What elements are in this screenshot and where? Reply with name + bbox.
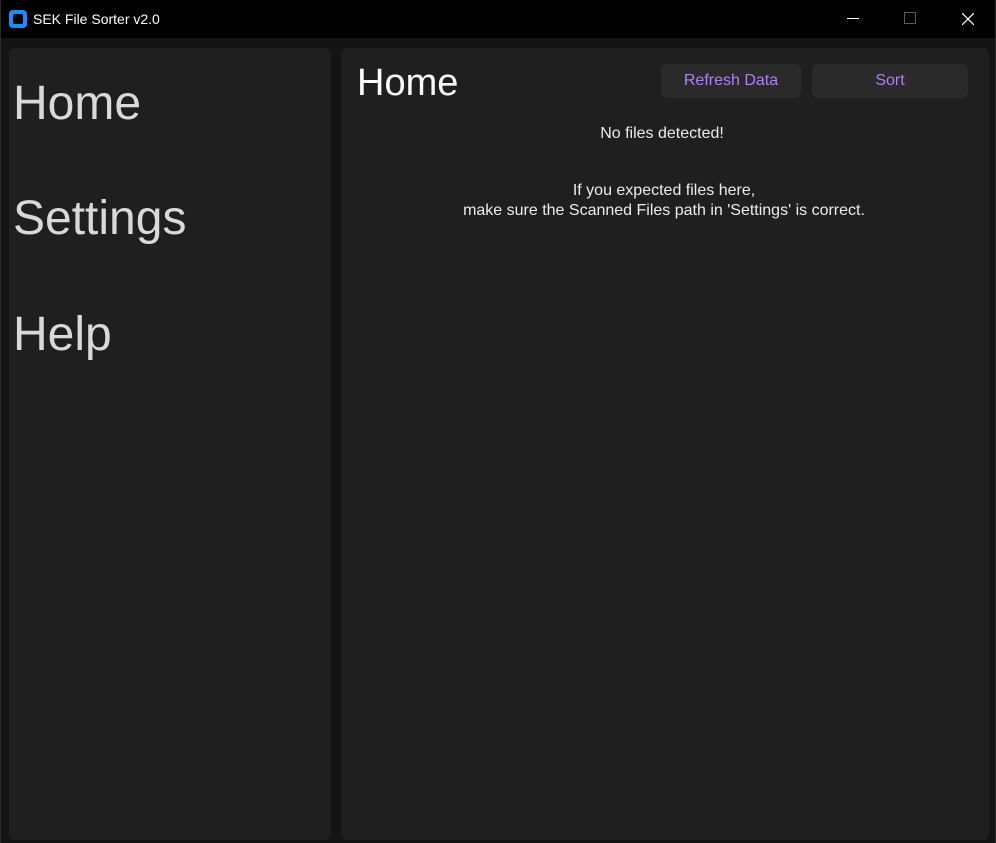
app-icon — [9, 10, 27, 28]
sort-button[interactable]: Sort — [812, 64, 968, 98]
refresh-data-button[interactable]: Refresh Data — [661, 64, 801, 98]
sidebar: Home Settings Help — [9, 48, 331, 840]
status-message: No files detected! — [600, 125, 724, 142]
sidebar-item-settings[interactable]: Settings — [13, 191, 186, 247]
close-icon — [962, 13, 974, 25]
app-window: SEK File Sorter v2.0 Home Settings Help … — [0, 0, 996, 843]
hint-message: If you expected files here, make sure th… — [341, 181, 987, 221]
minimize-button[interactable] — [825, 0, 881, 38]
page-title: Home — [357, 62, 459, 104]
window-title: SEK File Sorter v2.0 — [33, 11, 160, 27]
main-panel: Home Refresh Data Sort No files detected… — [341, 48, 989, 840]
maximize-button[interactable] — [882, 0, 938, 38]
sidebar-item-help[interactable]: Help — [13, 307, 112, 363]
close-button[interactable] — [940, 0, 996, 38]
minimize-icon — [847, 18, 859, 19]
hint-line-2: make sure the Scanned Files path in 'Set… — [463, 202, 865, 219]
sidebar-item-home[interactable]: Home — [13, 76, 141, 132]
maximize-icon — [904, 12, 916, 24]
hint-line-1: If you expected files here, — [572, 182, 756, 199]
title-bar: SEK File Sorter v2.0 — [1, 0, 995, 38]
